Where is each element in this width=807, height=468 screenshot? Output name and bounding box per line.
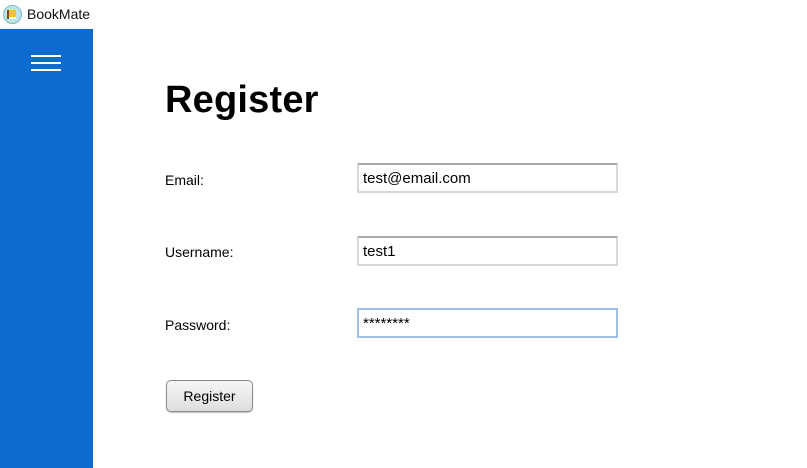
password-field[interactable] [357, 308, 618, 338]
username-field[interactable] [357, 236, 618, 266]
password-label: Password: [165, 317, 231, 333]
register-button[interactable]: Register [166, 380, 253, 412]
email-label: Email: [165, 172, 204, 188]
hamburger-menu-icon[interactable] [31, 55, 61, 73]
email-field[interactable] [357, 163, 618, 193]
title-bar: BookMate [0, 0, 807, 29]
bookmate-app-icon [3, 5, 22, 24]
page-title: Register [165, 79, 319, 121]
window-title: BookMate [27, 6, 91, 22]
sidebar [0, 29, 93, 468]
username-label: Username: [165, 244, 234, 260]
